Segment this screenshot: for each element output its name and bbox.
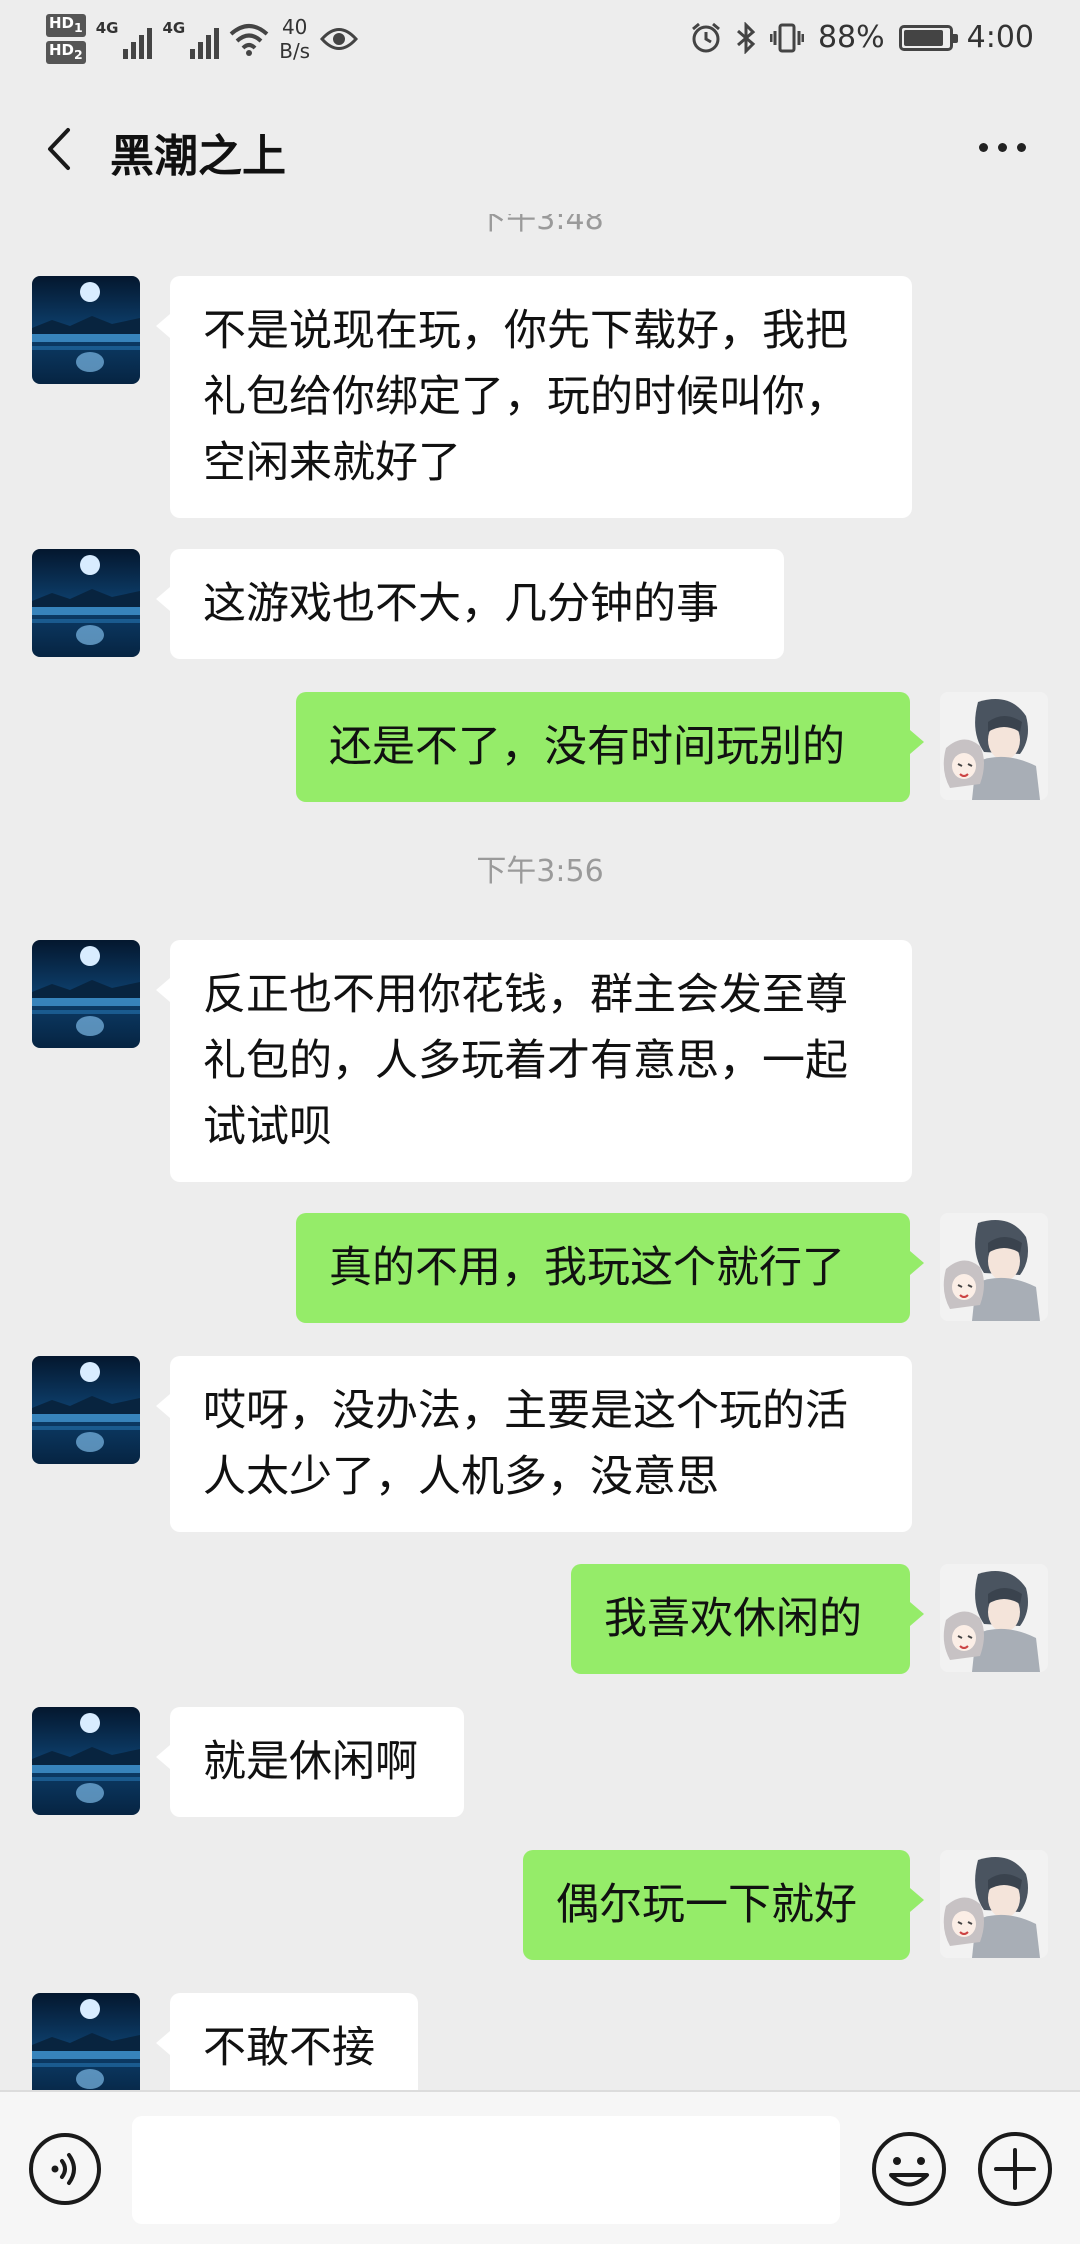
contact-avatar[interactable]: [32, 1356, 140, 1464]
contact-avatar[interactable]: [32, 549, 140, 657]
message-line: 哎呀，没办法，主要是这个玩的活: [203, 1386, 848, 1436]
incoming-message[interactable]: 这游戏也不大，几分钟的事: [156, 549, 784, 659]
message-input[interactable]: [132, 2116, 840, 2224]
outgoing-message[interactable]: 真的不用，我玩这个就行了: [296, 1213, 924, 1323]
incoming-message[interactable]: 反正也不用你花钱，群主会发至尊 礼包的，人多玩着才有意思，一起 试试呗: [156, 940, 912, 1182]
hd2-badge: HD2: [46, 41, 86, 64]
message-line: 偶尔玩一下就好: [556, 1880, 857, 1930]
incoming-message[interactable]: 哎呀，没办法，主要是这个玩的活 人太少了，人机多，没意思: [156, 1356, 912, 1532]
voice-icon[interactable]: [28, 2132, 102, 2206]
chat-header: 黑潮之上: [0, 84, 1080, 214]
message-list[interactable]: 下午3:48 下午3:56 不是说现在玩，你先下载好，我把 礼包给你绑定了，玩的时…: [0, 214, 1080, 2090]
outgoing-message[interactable]: 偶尔玩一下就好: [523, 1850, 924, 1960]
message-line: 人太少了，人机多，没意思: [203, 1452, 719, 1502]
status-right: 88% 4:00: [690, 20, 1034, 55]
bluetooth-icon: [736, 21, 756, 54]
network-type-2: 4G: [162, 19, 186, 37]
message-line: 我喜欢休闲的: [604, 1594, 862, 1644]
timestamp: 下午3:56: [476, 854, 604, 889]
message-line: 空闲来就好了: [203, 438, 461, 488]
contact-avatar[interactable]: [32, 1993, 140, 2090]
outgoing-message[interactable]: 我喜欢休闲的: [571, 1564, 924, 1674]
incoming-message[interactable]: 就是休闲啊: [156, 1707, 464, 1817]
hd1-badge: HD1: [46, 14, 86, 37]
incoming-message[interactable]: 不是说现在玩，你先下载好，我把 礼包给你绑定了，玩的时候叫你， 空闲来就好了: [156, 276, 912, 518]
clock: 4:00: [966, 20, 1034, 55]
message-line: 不敢不接: [203, 2023, 375, 2073]
signal-icon: 4G: [96, 19, 153, 59]
signal-icon: 4G: [162, 19, 220, 59]
message-line: 礼包的，人多玩着才有意思，一起: [203, 1036, 848, 1086]
battery-percent: 88%: [817, 20, 885, 55]
my-avatar[interactable]: [940, 1850, 1048, 1958]
chat-title: 黑潮之上: [110, 131, 286, 182]
network-speed: 40 B/s: [279, 15, 311, 63]
message-line: 真的不用，我玩这个就行了: [329, 1243, 845, 1293]
alarm-icon: [691, 22, 720, 52]
incoming-message[interactable]: 不敢不接: [156, 1993, 418, 2090]
hd-indicators: HD1 HD2: [46, 14, 86, 64]
my-avatar[interactable]: [940, 1564, 1048, 1672]
my-avatar[interactable]: [940, 1213, 1048, 1321]
contact-avatar[interactable]: [32, 1707, 140, 1815]
battery-icon: [898, 24, 958, 51]
status-bar: HD1 HD2 4G 4G 40 B/s 88% 4:00: [0, 0, 1080, 84]
status-left: HD1 HD2 4G 4G 40 B/s: [46, 14, 359, 64]
wifi-icon: [229, 24, 269, 56]
plus-icon[interactable]: [976, 2130, 1054, 2208]
message-line: 这游戏也不大，几分钟的事: [203, 579, 719, 629]
message-line: 还是不了，没有时间玩别的: [329, 722, 845, 772]
chevron-left-icon[interactable]: [36, 124, 86, 174]
message-line: 就是休闲啊: [203, 1737, 418, 1787]
outgoing-message[interactable]: 还是不了，没有时间玩别的: [296, 692, 924, 802]
vibrate-icon: [769, 23, 804, 52]
message-line: 礼包给你绑定了，玩的时候叫你，: [203, 372, 848, 422]
message-line: 不是说现在玩，你先下载好，我把: [203, 306, 848, 356]
timestamp: 下午3:48: [476, 214, 604, 237]
contact-avatar[interactable]: [32, 940, 140, 1048]
emoji-icon[interactable]: [870, 2130, 948, 2208]
message-line: 反正也不用你花钱，群主会发至尊: [203, 970, 848, 1020]
more-dots-icon[interactable]: [972, 132, 1032, 162]
message-line: 试试呗: [203, 1102, 332, 1152]
contact-avatar[interactable]: [32, 276, 140, 384]
my-avatar[interactable]: [940, 692, 1048, 800]
network-type-1: 4G: [95, 19, 119, 37]
input-bar: [0, 2090, 1080, 2244]
eye-icon: [320, 28, 359, 50]
